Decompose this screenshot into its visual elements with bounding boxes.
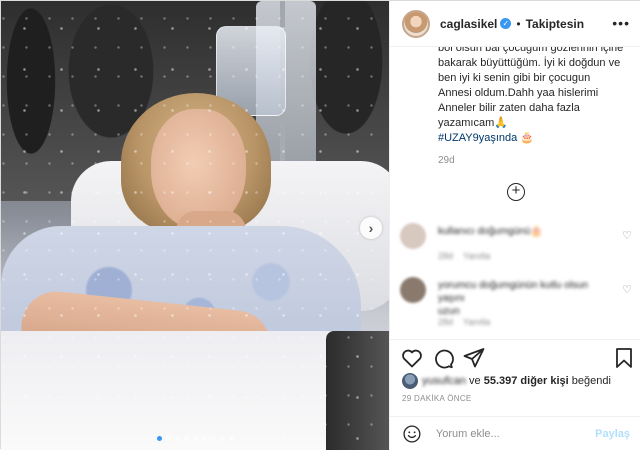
carousel-dots <box>1 436 389 441</box>
liker-avatar[interactable] <box>402 373 418 389</box>
caption-hashtag-line: #UZAY9yaşında 🎂 <box>438 131 634 146</box>
post-photo[interactable] <box>1 1 389 450</box>
comment-text: kullanıcı doğumgünü🎂 <box>438 226 543 237</box>
comment-avatar[interactable] <box>400 277 426 303</box>
heart-icon[interactable]: ♡ <box>622 229 632 242</box>
chevron-right-icon[interactable]: › <box>360 217 382 239</box>
comment-reply[interactable]: Yanıtla <box>463 317 490 327</box>
comment-text-line: uzun <box>438 306 460 317</box>
caption-line: Annesi oldum.Dahh yaa hislerimi <box>438 87 599 99</box>
comment-meta: 28d Yanıtla <box>438 251 490 261</box>
carousel-dot <box>156 436 162 441</box>
liker-name[interactable]: yusufcan <box>422 375 466 387</box>
likes-suffix: beğendi <box>571 375 611 387</box>
caption: bol olsun bal çocuğum gözlerinin içine b… <box>438 47 634 146</box>
bookmark-icon[interactable] <box>612 346 636 370</box>
comment-text-line: yorumcu doğumgünün kutlu olsun yaşını <box>438 280 589 304</box>
carousel-dot <box>183 436 189 441</box>
comment-avatar[interactable] <box>400 223 426 249</box>
carousel-dot <box>210 436 216 441</box>
paper-plane-icon[interactable] <box>462 346 486 370</box>
comment-time[interactable]: 28d <box>438 317 453 327</box>
carousel-dot <box>219 436 225 441</box>
heart-icon[interactable]: ♡ <box>622 283 632 296</box>
comment-text: yorumcu doğumgünün kutlu olsun yaşını uz… <box>438 279 598 318</box>
cake-emoji: 🎂 <box>520 132 535 144</box>
avatar[interactable] <box>402 9 430 38</box>
carousel-dot <box>174 436 180 441</box>
instagram-post: › caglasikel ✓ • Takiptesin ••• bol olsu… <box>0 0 640 450</box>
comment-icon[interactable] <box>431 346 455 370</box>
comments-scroll-area[interactable]: bol olsun bal çocuğum gözlerinin içine b… <box>390 47 640 339</box>
follow-status-button[interactable]: Takiptesin <box>526 17 584 31</box>
post-comment-button[interactable]: Paylaş <box>595 428 630 440</box>
verified-badge-icon: ✓ <box>500 18 512 29</box>
carousel-dot <box>228 436 234 441</box>
likes-count[interactable]: 55.397 diğer kişi <box>484 375 569 387</box>
post-header: caglasikel ✓ • Takiptesin ••• <box>390 1 640 47</box>
username[interactable]: caglasikel <box>440 17 497 31</box>
smiley-icon[interactable] <box>402 424 422 444</box>
add-comment-bar: Paylaş <box>390 416 640 450</box>
caption-line: ben iyi ki senin gibi bir çocugun <box>438 72 591 84</box>
comment-meta: 28d Yanıtla <box>438 317 490 327</box>
heart-icon[interactable] <box>400 346 424 370</box>
ellipsis-icon[interactable]: ••• <box>612 15 630 31</box>
likes-connector: ve <box>469 375 481 387</box>
comment-reply[interactable]: Yanıtla <box>463 251 490 261</box>
action-bar <box>390 339 640 375</box>
caption-partial-line: bol olsun bal çocuğum gözlerinin içine <box>438 47 624 54</box>
caption-line: bakarak büyüttüğüm. İyi ki doğdun ve <box>438 57 621 69</box>
carousel-dot <box>192 436 198 441</box>
carousel-dot <box>165 436 171 441</box>
caption-line: Anneler bilir zaten daha fazla <box>438 102 580 114</box>
glitter-overlay <box>1 1 389 450</box>
carousel-dot <box>201 436 207 441</box>
separator-dot: • <box>516 16 521 31</box>
likes-summary: yusufcan ve 55.397 diğer kişi beğendi <box>402 373 638 389</box>
side-panel: caglasikel ✓ • Takiptesin ••• bol olsun … <box>389 1 640 450</box>
caption-line: yazamıcam🙏 <box>438 117 508 129</box>
hashtag-link[interactable]: #UZAY9yaşında <box>438 132 517 144</box>
plus-circle-icon[interactable]: + <box>507 183 525 201</box>
comment-time[interactable]: 28d <box>438 251 453 261</box>
caption-time[interactable]: 29d <box>438 155 455 166</box>
post-timestamp[interactable]: 29 DAKİKA ÖNCE <box>402 394 472 403</box>
comment-input[interactable] <box>435 427 596 440</box>
